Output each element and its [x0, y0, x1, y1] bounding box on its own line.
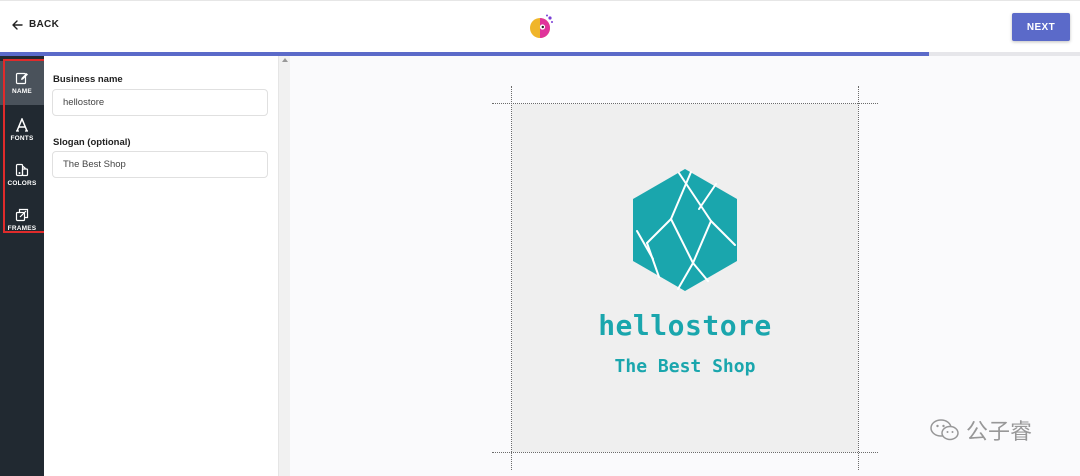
guide-line-top [492, 103, 878, 104]
back-label: BACK [29, 19, 60, 30]
edit-icon [15, 72, 28, 85]
sidebar-item-fonts[interactable]: FONTS [0, 108, 44, 152]
sidebar-item-label: FRAMES [7, 225, 37, 232]
frames-icon [15, 208, 29, 222]
watermark-text: 公子睿 [966, 420, 1033, 445]
next-button[interactable]: NEXT [1012, 13, 1070, 41]
wechat-icon [930, 419, 959, 441]
hexagon-logo-icon [633, 169, 737, 291]
logo-slogan: The Best Shop [614, 356, 756, 377]
arrow-left-icon [12, 19, 23, 30]
sidebar-item-colors[interactable]: COLORS [0, 153, 44, 197]
sidebar-item-frames[interactable]: FRAMES [0, 198, 44, 242]
guide-line-left [511, 86, 512, 470]
sidebar-item-name[interactable]: NAME [0, 61, 44, 105]
sidebar-item-label: NAME [12, 88, 32, 95]
logo-business-name: hellostore [598, 309, 772, 342]
back-button[interactable]: BACK [12, 19, 59, 30]
app-logo-icon [530, 14, 553, 38]
scroll-up-arrow-icon[interactable] [282, 58, 288, 62]
watermark: 公子睿 [930, 414, 1032, 446]
top-bar: BACK NEXT [0, 0, 1080, 53]
sidebar-item-label: FONTS [10, 135, 34, 142]
slogan-label: Slogan (optional) [53, 137, 131, 148]
sidebar-item-label: COLORS [7, 180, 37, 187]
slogan-input[interactable] [52, 151, 268, 178]
font-icon [16, 118, 28, 132]
sidebar-rail: NAME FONTS COLORS FRAMES [0, 56, 44, 476]
business-name-label: Business name [53, 74, 123, 85]
guide-line-bottom [492, 452, 878, 453]
palette-icon [15, 163, 29, 177]
guide-line-right [858, 86, 859, 470]
form-panel: Business name Slogan (optional) [44, 56, 278, 476]
logo-preview-area: hellostore The Best Shop [290, 56, 1080, 476]
business-name-input[interactable] [52, 89, 268, 116]
